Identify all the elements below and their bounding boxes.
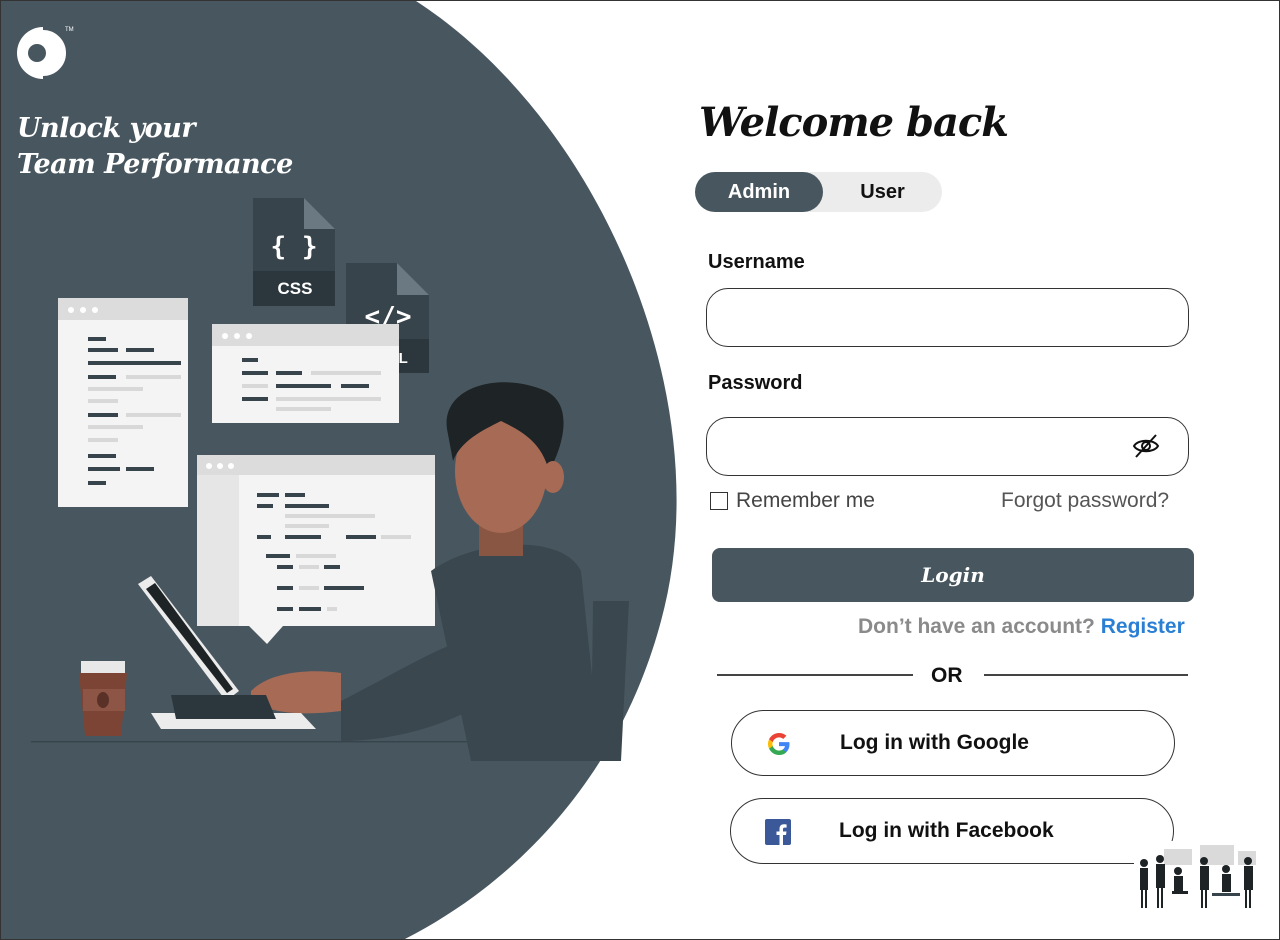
google-login-button[interactable]: Log in with Google [731, 710, 1175, 776]
password-input[interactable] [706, 417, 1189, 476]
css-glyph: { } [271, 232, 318, 262]
role-toggle: Admin User [695, 172, 942, 212]
code-window-left [58, 298, 188, 507]
login-button[interactable]: Login [712, 548, 1194, 602]
divider-label: OR [931, 664, 963, 687]
login-page: TM Unlock your Team Performance { } CSS … [0, 0, 1280, 940]
facebook-icon [765, 819, 791, 845]
username-label: Username [708, 251, 805, 273]
google-icon [768, 733, 790, 755]
facebook-login-button[interactable]: Log in with Facebook [730, 798, 1174, 864]
css-file-icon: { } CSS [253, 198, 335, 306]
divider-right [984, 674, 1188, 676]
tagline: Unlock your Team Performance [17, 111, 293, 183]
register-link[interactable]: Register [1101, 615, 1185, 638]
coffee-cup-icon [79, 661, 127, 736]
register-row: Don’t have an account? Register [858, 615, 1185, 639]
forgot-password-link[interactable]: Forgot password? [1001, 489, 1169, 513]
password-label: Password [708, 372, 803, 394]
remember-me-label: Remember me [736, 489, 875, 512]
divider-left [717, 674, 913, 676]
code-window-middle [212, 324, 399, 423]
page-title: Welcome back [699, 99, 1009, 146]
remember-me-control[interactable]: Remember me [710, 489, 875, 513]
developer-illustration: { } CSS </> HTML [31, 198, 629, 761]
tagline-line-2: Team Performance [17, 149, 293, 180]
username-input[interactable] [706, 288, 1189, 347]
svg-text:TM: TM [65, 27, 74, 33]
google-login-label: Log in with Google [840, 731, 1029, 754]
remember-me-checkbox[interactable] [710, 492, 728, 510]
css-file-label: CSS [278, 279, 313, 298]
register-prompt: Don’t have an account? [858, 615, 1095, 638]
eye-off-icon[interactable] [1132, 433, 1160, 459]
code-window-bottom [197, 455, 435, 644]
tab-user[interactable]: User [823, 172, 942, 212]
tagline-line-1: Unlock your [17, 113, 196, 144]
tab-admin[interactable]: Admin [695, 172, 823, 212]
team-illustration [1134, 841, 1260, 911]
facebook-login-label: Log in with Facebook [839, 819, 1054, 842]
brand-logo-icon: TM [17, 24, 74, 82]
